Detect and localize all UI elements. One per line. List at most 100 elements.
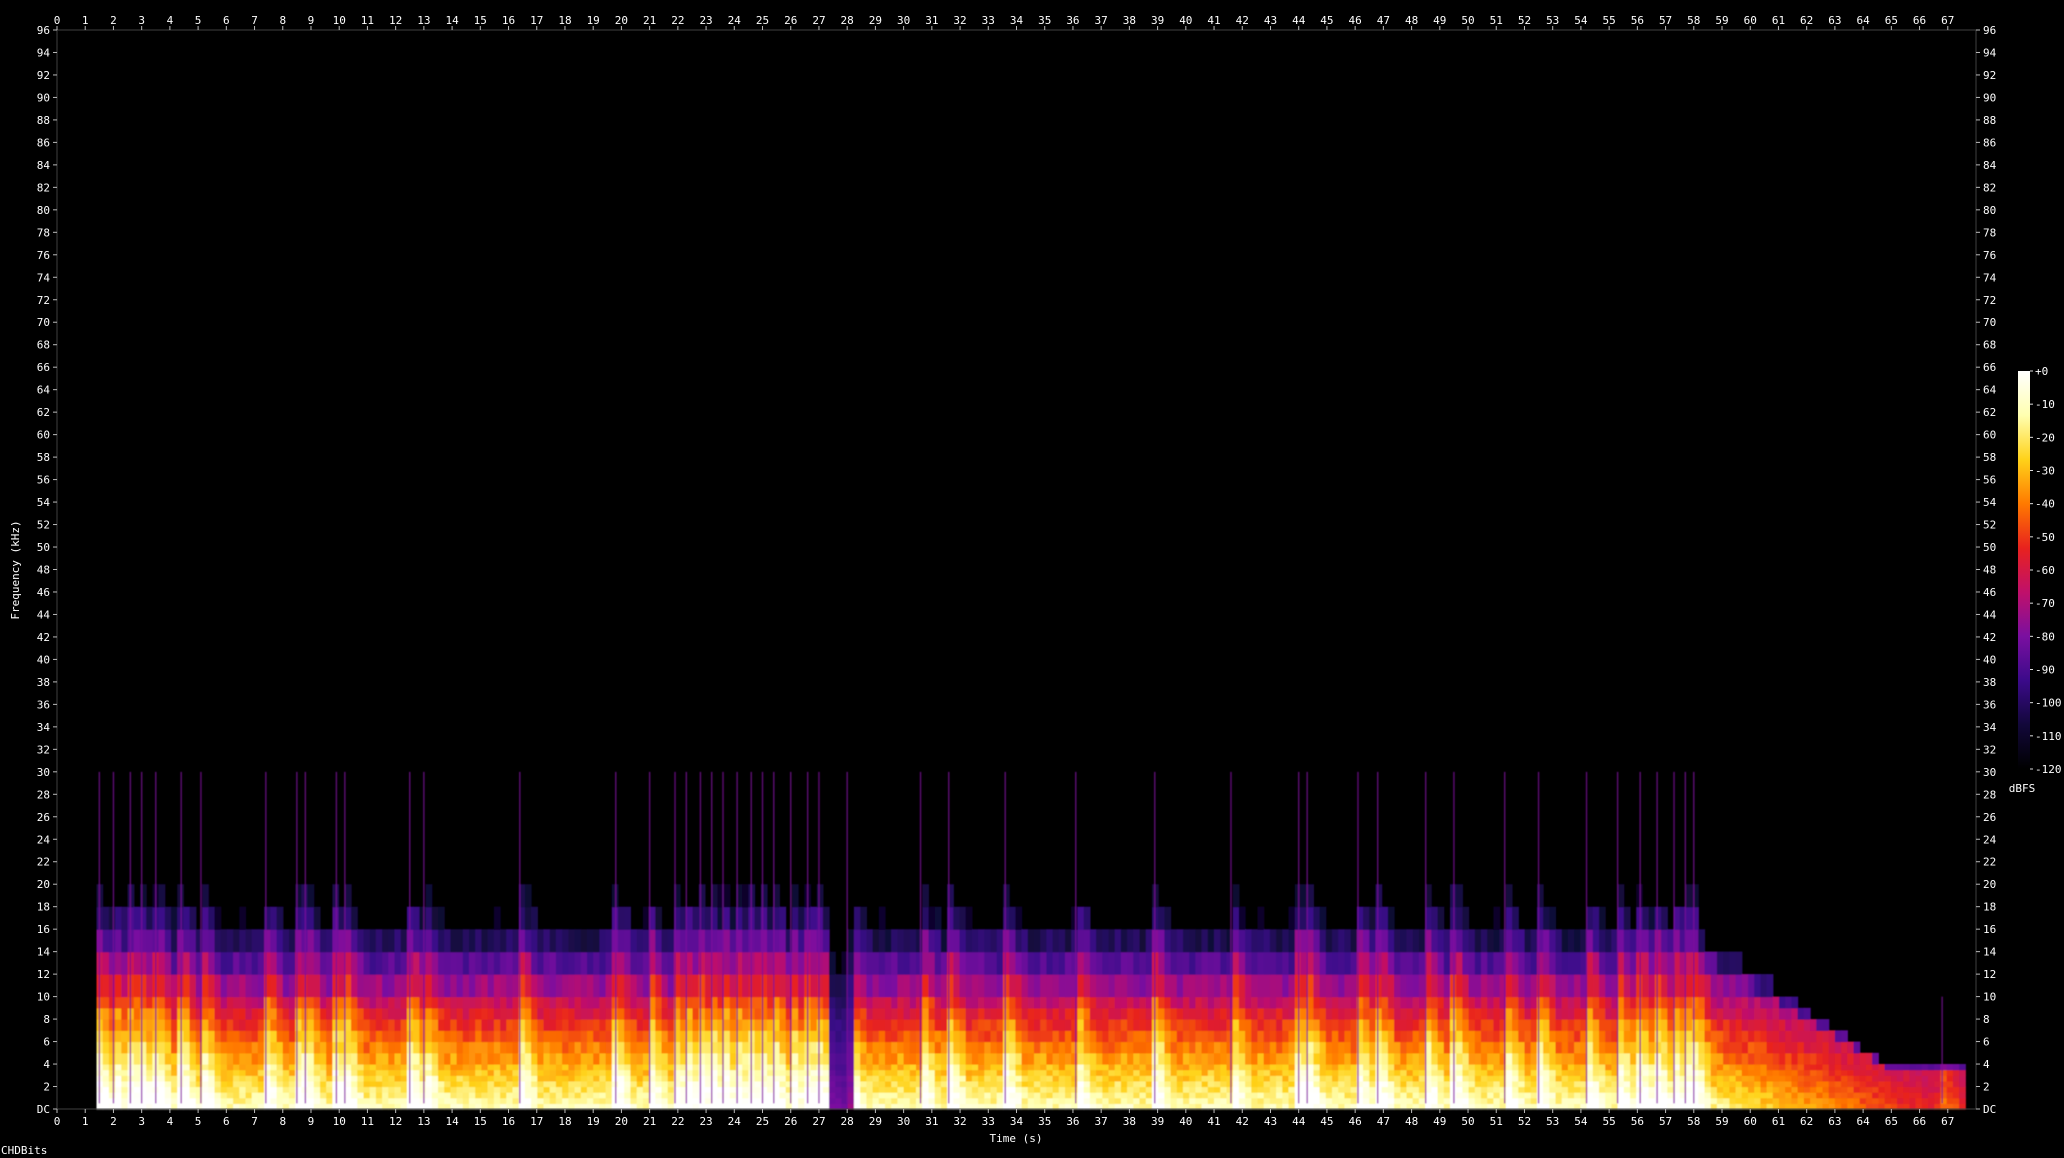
spectrogram-cell [1381,929,1389,953]
spectrogram-cell [1779,1064,1786,1071]
spectrogram-cell [1779,1041,1786,1054]
spectrogram-cell [1133,1080,1141,1088]
spectrogram-cell [605,1080,613,1088]
spectrogram-cell [158,1086,166,1093]
spectrogram-cell [593,1007,600,1020]
spectrogram-cell [282,1092,290,1099]
spectrogram-cell [1183,1080,1190,1088]
spectrogram-cell [885,1097,892,1104]
spectrogram-cell [1884,1097,1892,1104]
spectrogram-cell [1748,1069,1755,1076]
spectrogram-cell [1623,1075,1631,1082]
spectrogram-cell [599,1075,607,1082]
spectrogram-cell [1518,1080,1526,1088]
spectrogram-cell [897,1086,905,1093]
spectrogram-cell [438,1097,445,1104]
spectrogram-cell [1189,1069,1196,1076]
spectrogram-cell [202,906,209,930]
spectrogram-cell [1630,1086,1637,1093]
spectrogram-cell [1561,951,1569,975]
spectrogram-cell [444,1030,451,1043]
spectrogram-cell [872,1019,880,1031]
spectrogram-cell [425,1097,433,1104]
spectrogram-cell [953,1041,961,1054]
spectrogram-cell [1437,1019,1445,1031]
spectrogram-cell [953,974,961,998]
spectrogram-cell [1897,1069,1904,1076]
spectrogram-cell [1052,1041,1060,1054]
spectrogram-cell [1406,1069,1414,1076]
spectrogram-cell [916,1052,923,1065]
spectrogram-cell [1083,996,1091,1009]
spectrogram-cell [1077,1086,1085,1093]
spectrogram-cell [1145,951,1153,975]
spectrogram-cell [1189,1041,1196,1054]
spectrogram-cell [599,1092,607,1099]
spectrogram-cell [1245,1007,1252,1020]
spectrogram-cell [388,1041,396,1054]
spectrogram-cell [791,996,799,1009]
spectrogram-cell [1797,1030,1805,1043]
spectrogram-cell [1574,929,1581,953]
spectrogram-cell [1723,1092,1730,1099]
spectrogram-cell [767,1069,774,1076]
spectrogram-cell [767,951,774,975]
spectrogram-cell [599,1069,607,1076]
spectrogram-cell [1065,1097,1072,1104]
spectrogram-cell [978,1097,985,1104]
spectrogram-cell [1493,974,1501,998]
spectrogram-cell [1487,1092,1494,1099]
spectrogram-cell [1257,1019,1265,1031]
spectrogram-cell [1586,1019,1594,1031]
spectrogram-cell [1065,951,1072,975]
spectrogram-cell [1164,996,1172,1009]
spectrogram-cell [996,1041,1004,1054]
spectrogram-cell [1338,1052,1345,1065]
spectrogram-cell [661,1069,669,1076]
spectrogram-cell [1412,996,1420,1009]
spectrogram-cell [115,1092,122,1099]
spectrogram-cell [351,1069,358,1076]
spectrogram-cell [1183,1030,1190,1043]
spectrogram-cell [1859,1052,1867,1065]
spectrogram-cell [822,1064,830,1071]
spectrogram-cell [208,1041,216,1054]
spectrogram-cell [431,906,439,930]
spectrogram-cell [1791,1069,1799,1076]
spectrogram-cell [630,996,638,1009]
spectrogram-cell [1574,1075,1581,1082]
spectrogram-cell [419,1019,427,1031]
spectrogram-cell [667,1092,675,1099]
spectrogram-cell [1549,1052,1557,1065]
spectrogram-cell [1027,1097,1035,1104]
spectrogram-cell [885,1019,892,1031]
spectrogram-cell [1034,1097,1041,1104]
spectrogram-cell [1120,996,1128,1009]
spectrogram-cell [1120,1097,1128,1104]
spectrogram-cell [574,929,582,953]
spectrogram-cell [686,1041,694,1054]
spectrogram-cell [444,1019,451,1031]
spectrogram-cell [1599,1097,1606,1104]
spectrogram-cell [382,951,389,975]
spectrogram-cell [1487,1064,1494,1071]
spectrogram-cell [1512,1007,1519,1020]
spectrogram-cell [1058,1030,1066,1043]
spectrogram-cell [1307,974,1314,998]
spectrogram-cell [1431,1041,1439,1054]
spectrogram-cell [469,951,476,975]
spectrogram-cell [1543,1019,1550,1031]
spectrogram-cell [251,1041,259,1054]
spectrogram-cell [1524,1086,1532,1093]
spectrogram-cell [1530,1007,1538,1020]
spectrogram-cell [531,1041,538,1054]
spectrogram-cell [723,1080,731,1088]
spectrogram-cell [456,974,464,998]
spectrogram-cell [568,1030,576,1043]
spectrogram-cell [816,974,824,998]
spectrogram-cell [1114,1080,1122,1088]
spectrogram-cell [1586,951,1594,975]
spectrogram-cell [1015,1097,1023,1104]
spectrogram-cell [1096,1075,1103,1082]
spectrogram-cell [257,1030,265,1043]
